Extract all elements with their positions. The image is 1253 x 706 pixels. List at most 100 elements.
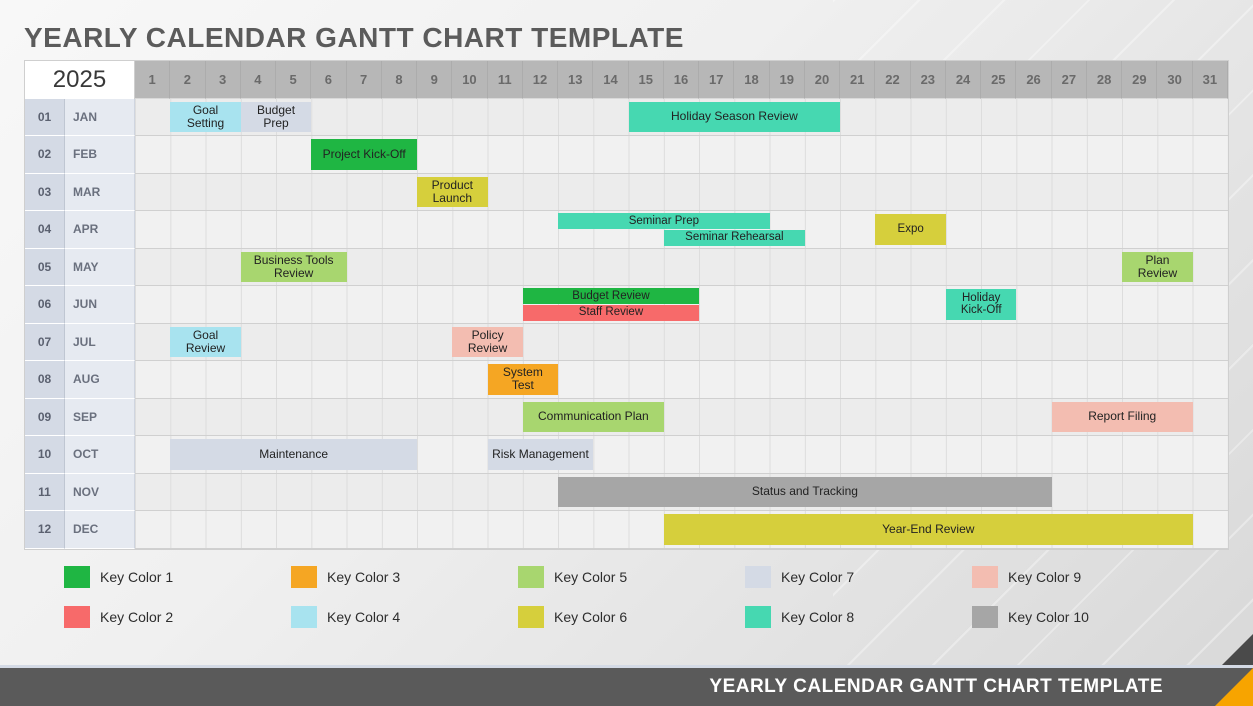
day-header: 21 [840, 61, 875, 99]
gantt-task[interactable]: Project Kick-Off [311, 139, 417, 170]
gantt-month-row: 10OCT Maintenance Risk Management [25, 436, 1228, 474]
legend: Key Color 1Key Color 3Key Color 5Key Col… [24, 562, 1229, 648]
day-header: 7 [347, 61, 382, 99]
legend-item: Key Color 9 [972, 566, 1189, 588]
gantt-task[interactable]: Budget Review [523, 288, 699, 304]
gantt-task[interactable]: Maintenance [170, 439, 417, 470]
gantt-task[interactable]: Holiday Kick-Off [946, 289, 1017, 320]
gantt-month-row: 12DEC Year-End Review [25, 511, 1228, 549]
day-header: 5 [276, 61, 311, 99]
legend-swatch [745, 606, 771, 628]
month-number: 06 [25, 286, 65, 324]
day-header: 11 [488, 61, 523, 99]
month-number: 10 [25, 436, 65, 474]
day-header: 15 [629, 61, 664, 99]
month-number: 08 [25, 361, 65, 399]
gantt-month-row: 01JANGoal SettingBudget PrepHoliday Seas… [25, 99, 1228, 137]
day-header: 28 [1087, 61, 1122, 99]
legend-swatch [972, 566, 998, 588]
day-header: 14 [593, 61, 628, 99]
gantt-task[interactable]: Seminar Prep [558, 213, 770, 229]
month-track: Year-End Review [135, 511, 1228, 549]
month-number: 07 [25, 324, 65, 362]
legend-swatch [518, 606, 544, 628]
legend-item: Key Color 8 [745, 606, 962, 628]
gantt-task[interactable]: Communication Plan [523, 402, 664, 433]
gantt-task[interactable]: Goal Setting [170, 102, 241, 133]
month-track: Communication Plan Report Filing [135, 399, 1228, 437]
month-label: JUL [65, 324, 135, 362]
year-label: 2025 [25, 61, 135, 99]
month-track: Budget ReviewStaff Review Holiday Kick-Of… [135, 286, 1228, 324]
legend-label: Key Color 1 [100, 569, 173, 585]
gantt-task[interactable]: Risk Management [488, 439, 594, 470]
legend-swatch [64, 566, 90, 588]
gantt-task[interactable]: Holiday Season Review [629, 102, 841, 133]
gantt-task[interactable]: Expo [875, 214, 946, 245]
month-label: SEP [65, 399, 135, 437]
legend-swatch [64, 606, 90, 628]
legend-swatch [745, 566, 771, 588]
legend-label: Key Color 5 [554, 569, 627, 585]
month-track: System Test [135, 361, 1228, 399]
gantt-task[interactable]: Business Tools Review [241, 252, 347, 283]
gantt-task[interactable]: Status and Tracking [558, 477, 1052, 508]
day-header: 22 [875, 61, 910, 99]
day-header: 29 [1122, 61, 1157, 99]
footer-bar: YEARLY CALENDAR GANTT CHART TEMPLATE [0, 668, 1253, 706]
gantt-task[interactable]: Budget Prep [241, 102, 312, 133]
day-header: 3 [206, 61, 241, 99]
gantt-task[interactable]: Year-End Review [664, 514, 1193, 545]
month-track: Project Kick-Off [135, 136, 1228, 174]
month-label: FEB [65, 136, 135, 174]
legend-item: Key Color 5 [518, 566, 735, 588]
gantt-chart: 2025 12345678910111213141516171819202122… [24, 60, 1229, 550]
month-label: APR [65, 211, 135, 249]
legend-item: Key Color 1 [64, 566, 281, 588]
legend-swatch [291, 606, 317, 628]
month-label: DEC [65, 511, 135, 549]
gantt-task[interactable]: Report Filing [1052, 402, 1193, 433]
day-header: 4 [241, 61, 276, 99]
month-number: 09 [25, 399, 65, 437]
month-number: 12 [25, 511, 65, 549]
gantt-task[interactable]: Product Launch [417, 177, 488, 208]
legend-label: Key Color 10 [1008, 609, 1089, 625]
day-header: 6 [311, 61, 346, 99]
gantt-month-row: 08AUG System Test [25, 361, 1228, 399]
month-label: JUN [65, 286, 135, 324]
legend-label: Key Color 8 [781, 609, 854, 625]
gantt-month-row: 05MAYBusiness Tools ReviewPlan Review [25, 249, 1228, 287]
gantt-task[interactable]: Policy Review [452, 327, 523, 358]
legend-item: Key Color 7 [745, 566, 962, 588]
legend-label: Key Color 7 [781, 569, 854, 585]
gantt-task[interactable]: Plan Review [1122, 252, 1193, 283]
legend-label: Key Color 6 [554, 609, 627, 625]
day-header: 31 [1193, 61, 1228, 99]
month-number: 04 [25, 211, 65, 249]
month-label: AUG [65, 361, 135, 399]
day-header: 2 [170, 61, 205, 99]
month-label: OCT [65, 436, 135, 474]
legend-item: Key Color 4 [291, 606, 508, 628]
footer-accent-orange [1215, 668, 1253, 706]
gantt-month-row: 09SEP Communication Plan Report Filing [25, 399, 1228, 437]
gantt-task[interactable]: Staff Review [523, 305, 699, 321]
month-number: 11 [25, 474, 65, 512]
gantt-task[interactable]: Seminar Rehearsal [664, 230, 805, 246]
month-label: MAR [65, 174, 135, 212]
gantt-task[interactable]: System Test [488, 364, 559, 395]
gantt-month-row: 06JUN Budget ReviewStaff Review Holiday Ki… [25, 286, 1228, 324]
legend-swatch [291, 566, 317, 588]
month-track: Product Launch [135, 174, 1228, 212]
day-header: 1 [135, 61, 170, 99]
gantt-task[interactable]: Goal Review [170, 327, 241, 358]
legend-label: Key Color 2 [100, 609, 173, 625]
page-title: YEARLY CALENDAR GANTT CHART TEMPLATE [24, 22, 1229, 54]
gantt-month-row: 04APR Seminar PrepSeminar Rehearsal Expo [25, 211, 1228, 249]
day-header: 8 [382, 61, 417, 99]
day-header: 9 [417, 61, 452, 99]
month-track: Business Tools Review Plan Review [135, 249, 1228, 287]
day-header: 26 [1016, 61, 1051, 99]
month-label: NOV [65, 474, 135, 512]
